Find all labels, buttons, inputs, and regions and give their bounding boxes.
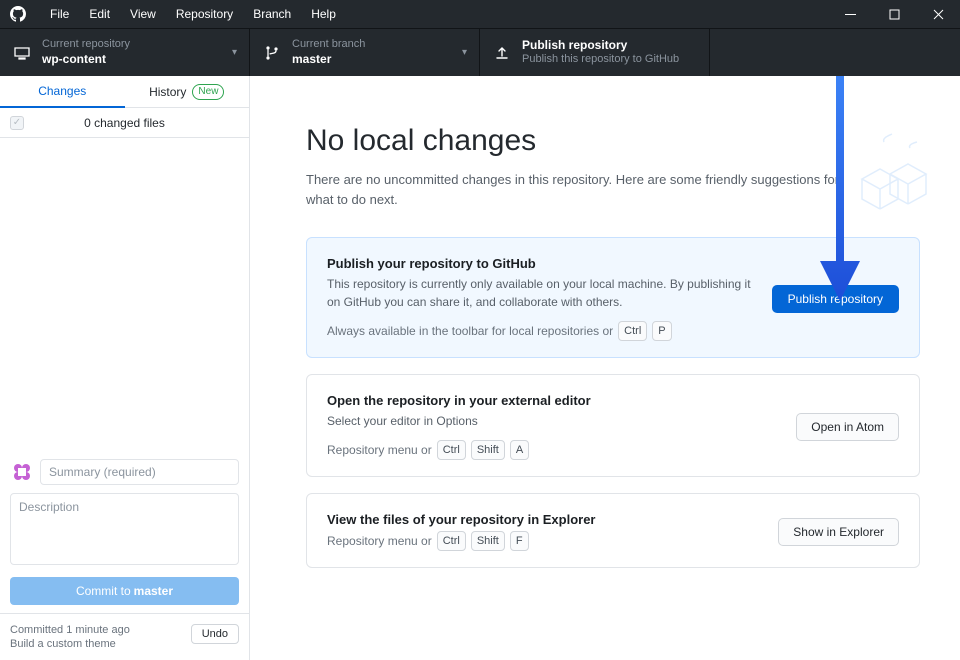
menu-edit[interactable]: Edit: [79, 7, 120, 21]
tab-changes[interactable]: Changes: [0, 76, 125, 108]
commit-button[interactable]: Commit to master: [10, 577, 239, 605]
toolbar: Current repository wp-content ▾ Current …: [0, 28, 960, 76]
commit-button-branch: master: [134, 584, 173, 598]
publish-repository-toolbar[interactable]: Publish repository Publish this reposito…: [480, 29, 710, 76]
desktop-icon: [14, 45, 30, 61]
illustration-icon: [822, 124, 932, 214]
window-close-icon[interactable]: [916, 0, 960, 28]
kbd-shift: Shift: [471, 440, 505, 460]
publish-repository-button[interactable]: Publish repository: [772, 285, 899, 313]
sidebar: Changes History New ✓ 0 changed files Co…: [0, 76, 250, 660]
card-explorer-hint: Repository menu or Ctrl Shift F: [327, 531, 758, 551]
new-badge: New: [192, 84, 224, 100]
kbd-ctrl: Ctrl: [618, 321, 647, 341]
card-explorer-title: View the files of your repository in Exp…: [327, 512, 758, 527]
changed-files-count: 0 changed files: [84, 116, 165, 130]
window-minimize-icon[interactable]: [828, 0, 872, 28]
description-input[interactable]: [10, 493, 239, 565]
file-list-empty: [0, 138, 249, 451]
tab-changes-label: Changes: [38, 84, 86, 98]
menu-help[interactable]: Help: [301, 7, 346, 21]
undo-button[interactable]: Undo: [191, 624, 239, 644]
repo-value: wp-content: [42, 52, 130, 67]
summary-input[interactable]: [40, 459, 239, 485]
card-publish-title: Publish your repository to GitHub: [327, 256, 752, 271]
recent-commit: Committed 1 minute ago Build a custom th…: [0, 613, 249, 660]
repo-label: Current repository: [42, 38, 130, 52]
current-branch-selector[interactable]: Current branch master ▾: [250, 29, 480, 76]
show-in-explorer-button[interactable]: Show in Explorer: [778, 518, 899, 546]
kbd-ctrl: Ctrl: [437, 531, 466, 551]
kbd-a: A: [510, 440, 529, 460]
recent-commit-time: Committed 1 minute ago: [10, 624, 130, 636]
card-publish-desc: This repository is currently only availa…: [327, 275, 752, 311]
menu-view[interactable]: View: [120, 7, 166, 21]
tab-history-label: History: [149, 85, 186, 99]
menu-repository[interactable]: Repository: [166, 7, 243, 21]
branch-value: master: [292, 52, 365, 67]
tab-history[interactable]: History New: [125, 76, 250, 107]
recent-commit-message: Build a custom theme: [10, 638, 130, 650]
card-explorer: View the files of your repository in Exp…: [306, 493, 920, 568]
card-editor-desc: Select your editor in Options: [327, 412, 776, 430]
publish-subtitle: Publish this repository to GitHub: [522, 53, 679, 67]
window-maximize-icon[interactable]: [872, 0, 916, 28]
card-publish: Publish your repository to GitHub This r…: [306, 237, 920, 358]
upload-icon: [494, 45, 510, 61]
chevron-down-icon: ▾: [462, 47, 467, 58]
git-branch-icon: [264, 45, 280, 61]
commit-form: Commit to master: [0, 451, 249, 613]
commit-button-prefix: Commit to: [76, 584, 131, 598]
kbd-p: P: [652, 321, 671, 341]
avatar-icon: [10, 460, 34, 484]
kbd-shift: Shift: [471, 531, 505, 551]
main-panel: No local changes There are no uncommitte…: [250, 76, 960, 660]
menu-branch[interactable]: Branch: [243, 7, 301, 21]
select-all-checkbox[interactable]: ✓: [10, 116, 24, 130]
card-editor-title: Open the repository in your external edi…: [327, 393, 776, 408]
menu-file[interactable]: File: [40, 7, 79, 21]
kbd-f: F: [510, 531, 529, 551]
branch-label: Current branch: [292, 38, 365, 52]
page-lead: There are no uncommitted changes in this…: [306, 170, 846, 209]
github-logo-icon: [10, 6, 26, 22]
changed-files-bar[interactable]: ✓ 0 changed files: [0, 108, 249, 138]
options-link[interactable]: Options: [436, 414, 477, 428]
kbd-ctrl: Ctrl: [437, 440, 466, 460]
publish-title: Publish repository: [522, 38, 679, 53]
card-editor-hint: Repository menu or Ctrl Shift A: [327, 440, 776, 460]
card-publish-hint: Always available in the toolbar for loca…: [327, 321, 752, 341]
open-in-atom-button[interactable]: Open in Atom: [796, 413, 899, 441]
current-repository-selector[interactable]: Current repository wp-content ▾: [0, 29, 250, 76]
titlebar: File Edit View Repository Branch Help: [0, 0, 960, 28]
sidebar-tabs: Changes History New: [0, 76, 249, 108]
card-editor: Open the repository in your external edi…: [306, 374, 920, 477]
chevron-down-icon: ▾: [232, 47, 237, 58]
